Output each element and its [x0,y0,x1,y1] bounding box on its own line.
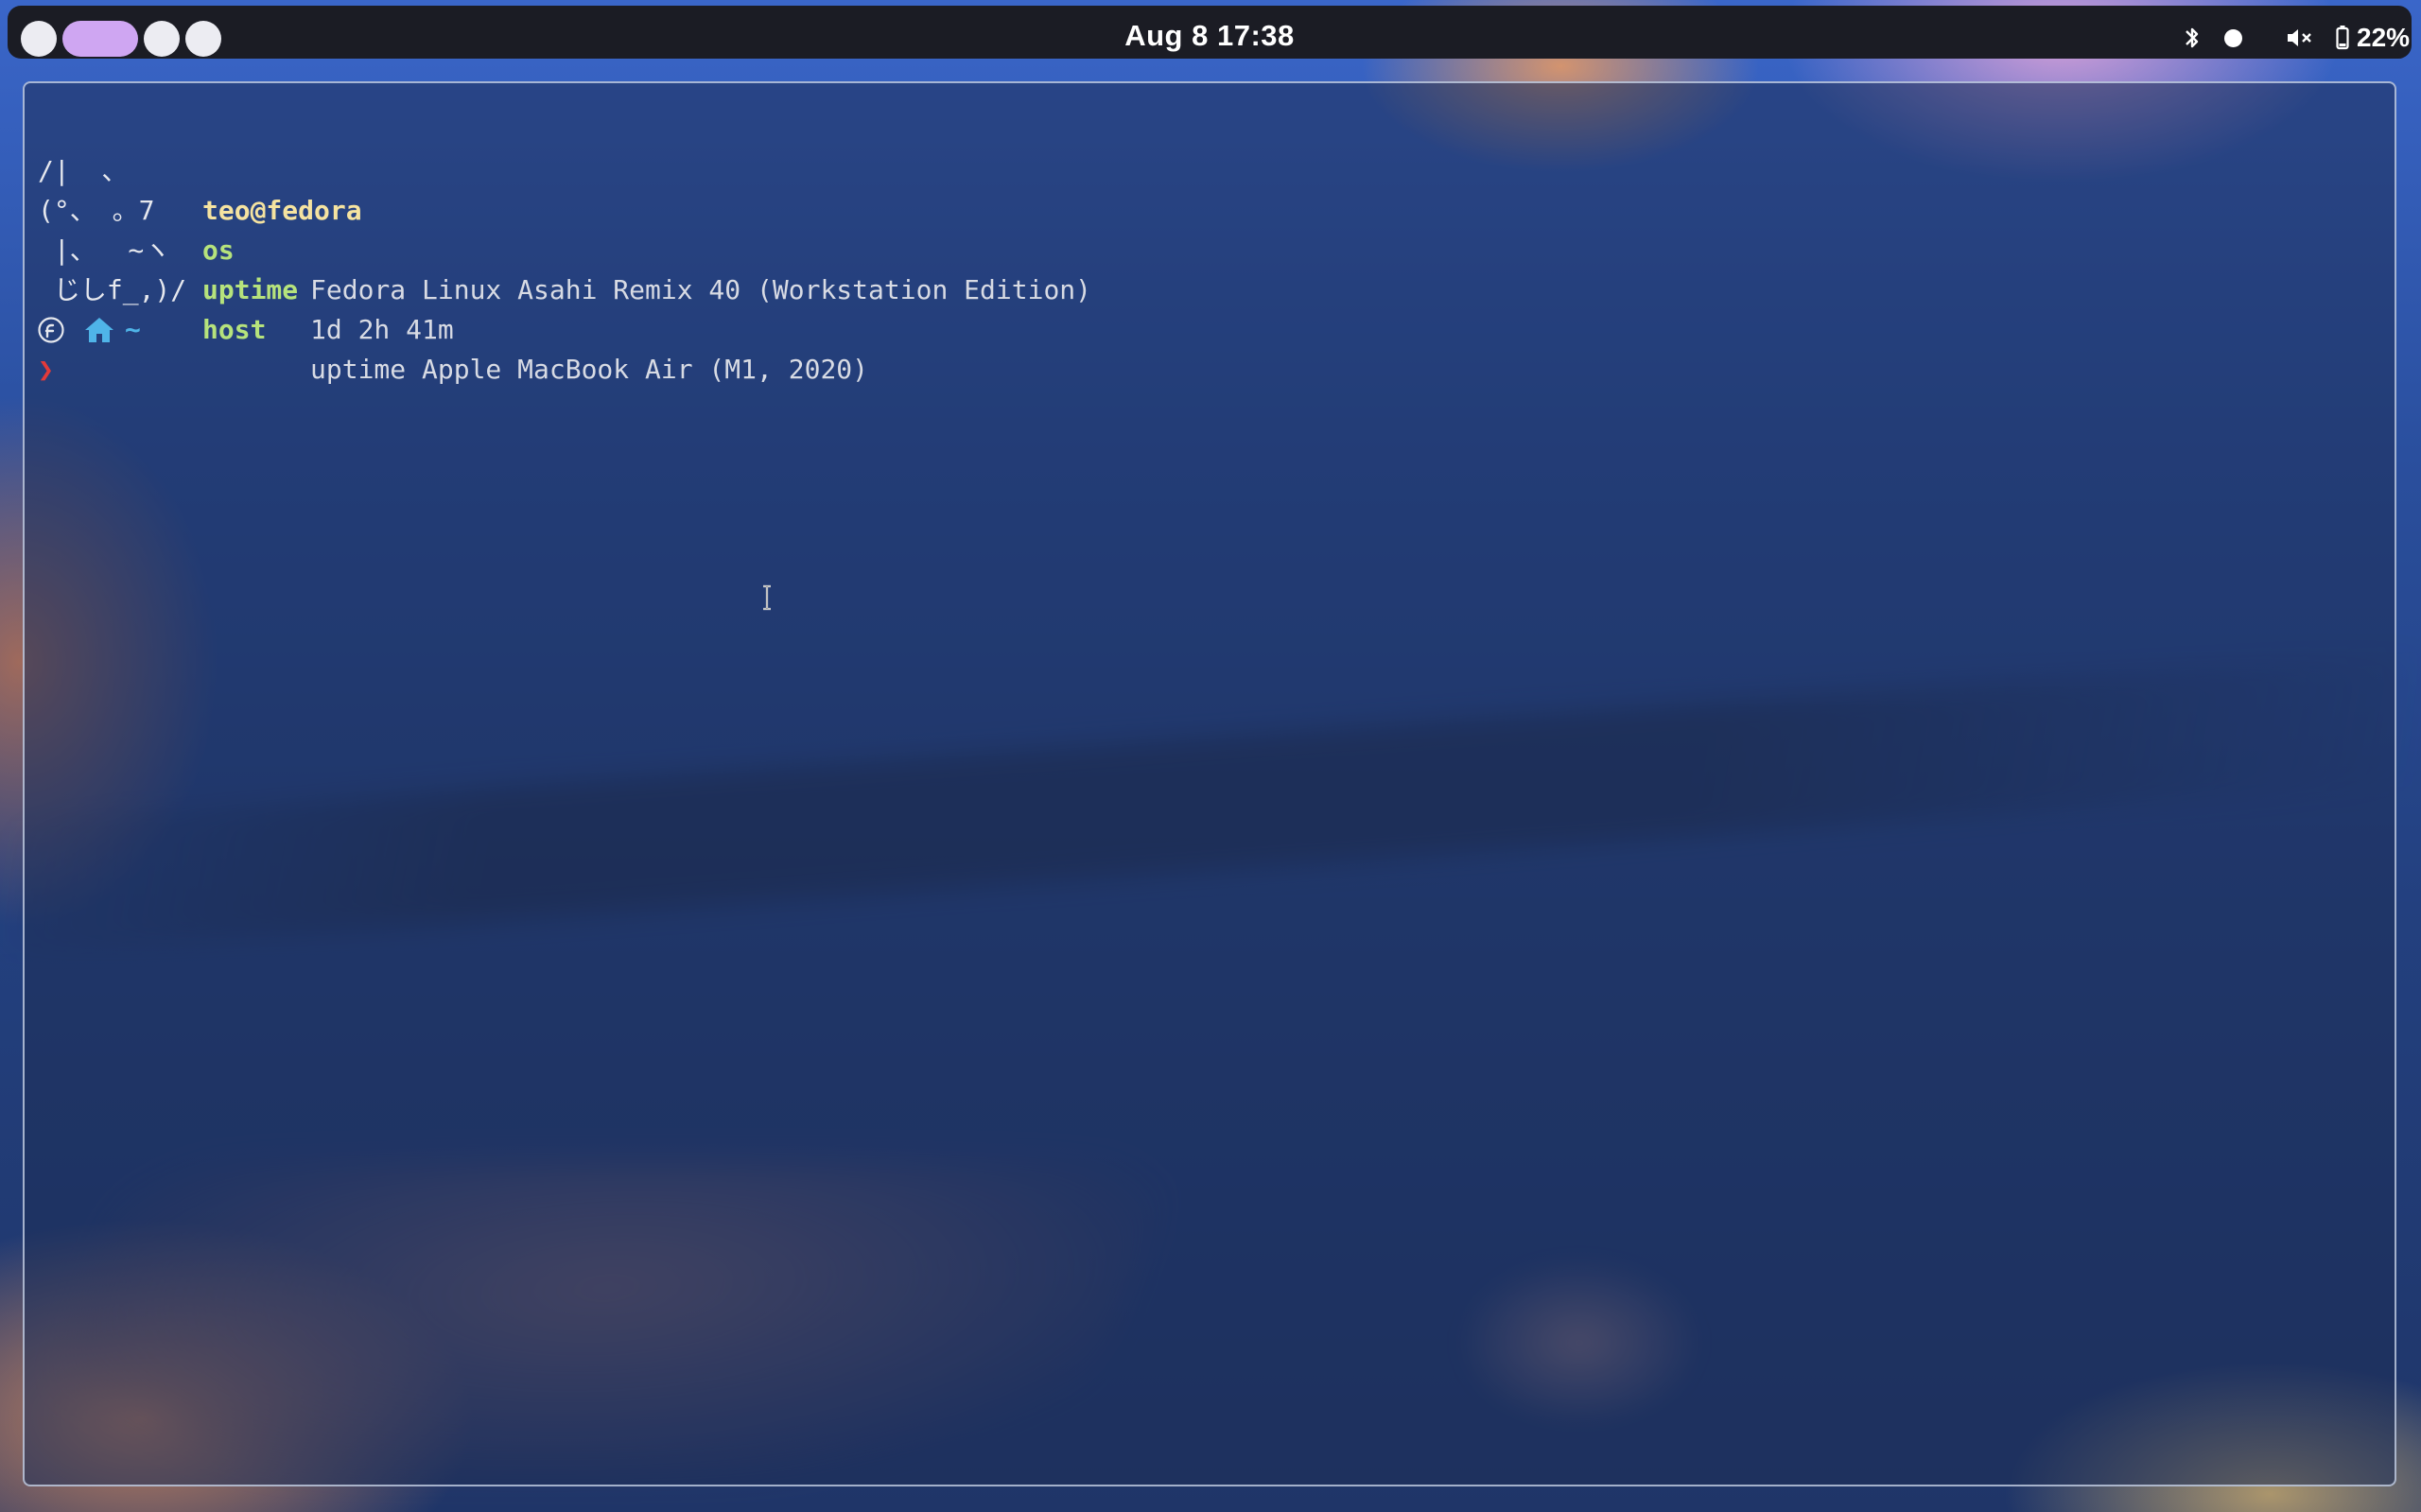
fetch-line-host: じしf_,)/ host uptime Apple MacBook Air (M… [38,231,868,385]
prompt-info-line: ~ [38,310,227,350]
prompt-symbol: ❯ [38,354,54,385]
text-cursor-icon [763,584,771,611]
bluetooth-icon[interactable] [2183,21,2202,55]
terminal-window[interactable]: /| 、 teo@fedora (°、 。7 os Fedora Linux A… [23,81,2396,1486]
fetch-value: uptime Apple MacBook Air (M1, 2020) [310,354,869,385]
fetch-key: os [202,235,235,266]
prompt-input-line[interactable]: ❯ [38,350,95,390]
battery-percent[interactable]: 22% [2357,21,2410,55]
fedora-icon [38,317,64,343]
fetch-line-user: /| 、 teo@fedora [38,112,362,226]
circle-dot-icon[interactable] [2224,29,2242,47]
fetch-line-uptime: |、 ~ヽ uptime 1d 2h 41m [38,191,454,345]
ascii-art-line: じしf_,)/ [38,274,187,305]
top-bar: Aug 8 17:38 22% [8,6,2412,59]
battery-icon[interactable] [2336,21,2349,55]
fetch-value: 1d 2h 41m [310,314,454,345]
fetch-line-os: (°、 。7 os Fedora Linux Asahi Remix 40 (W… [38,151,1091,305]
fastfetch-output: /| 、 teo@fedora (°、 。7 os Fedora Linux A… [38,112,1091,385]
clock[interactable]: Aug 8 17:38 [8,19,2412,53]
fetch-key: uptime [202,274,299,305]
volume-muted-icon[interactable] [2285,21,2313,55]
home-icon [85,318,113,342]
fetch-value: Fedora Linux Asahi Remix 40 (Workstation… [310,274,1092,305]
current-directory: ~ [125,314,141,345]
fetch-user-host: teo@fedora [202,195,362,226]
